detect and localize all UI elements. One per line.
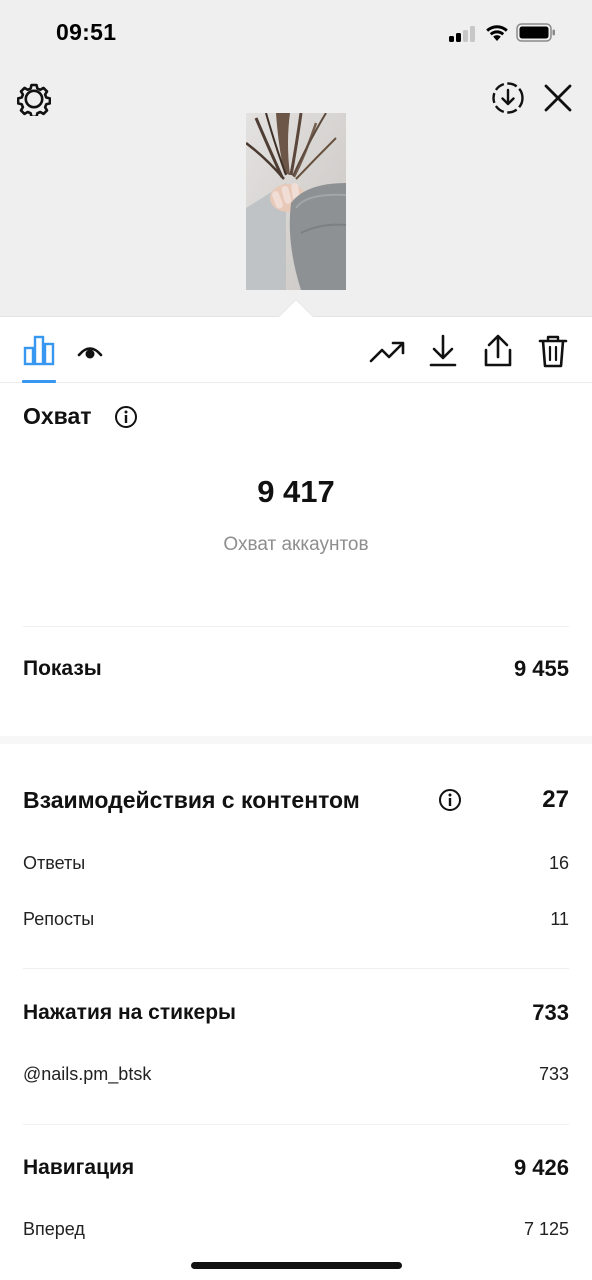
divider	[23, 1124, 569, 1125]
save-story-button[interactable]	[489, 79, 527, 117]
cellular-signal-icon	[449, 26, 477, 42]
battery-icon	[516, 23, 555, 42]
list-item-label: Ответы	[23, 853, 86, 873]
tab-viewers[interactable]	[72, 334, 108, 370]
reach-info-button[interactable]	[113, 404, 139, 430]
trend-icon	[369, 341, 405, 363]
navigation-title: Навигация	[23, 1156, 135, 1179]
insights-toolbar	[0, 317, 592, 383]
info-icon	[439, 789, 461, 811]
list-item-value: 7 125	[523, 1219, 569, 1239]
close-button[interactable]	[540, 80, 576, 116]
impressions-value: 9 455	[513, 656, 569, 681]
promote-button[interactable]	[366, 331, 408, 373]
status-time: 09:51	[56, 19, 117, 45]
share-button[interactable]	[478, 329, 518, 373]
delete-button[interactable]	[533, 329, 573, 373]
download-icon	[429, 334, 457, 367]
download-button[interactable]	[423, 329, 463, 373]
sticker-taps-title: Нажатия на стикеры	[23, 1001, 236, 1024]
bar-chart-icon	[23, 335, 55, 366]
divider	[23, 968, 569, 969]
story-photo	[246, 113, 346, 290]
interactions-total: 27	[542, 786, 569, 813]
list-item-label: Вперед	[23, 1219, 85, 1239]
section-separator	[0, 736, 592, 744]
tab-insights[interactable]	[18, 329, 60, 371]
active-tab-indicator	[22, 380, 56, 383]
divider	[23, 626, 569, 627]
share-icon	[484, 334, 512, 367]
close-icon	[544, 84, 572, 112]
list-item-label: Репосты	[23, 909, 95, 929]
sticker-taps-total: 733	[532, 1000, 569, 1025]
navigation-total: 9 426	[513, 1155, 569, 1180]
list-item-label: @nails.pm_btsk	[23, 1064, 152, 1084]
home-indicator	[191, 1262, 402, 1269]
gear-icon	[17, 83, 51, 116]
trash-icon	[538, 335, 568, 368]
list-item-value: 16	[548, 853, 569, 873]
list-item-value: 733	[538, 1064, 569, 1084]
reach-value: 9 417	[257, 474, 335, 509]
wifi-icon	[486, 25, 508, 41]
list-item-value: 11	[550, 909, 569, 929]
settings-button[interactable]	[14, 79, 54, 119]
story-preview-thumbnail[interactable]	[246, 113, 346, 290]
status-bar: 09:51	[0, 0, 592, 68]
impressions-label: Показы	[23, 657, 102, 680]
interactions-title: Взаимодействия с контентом	[23, 787, 360, 813]
download-circle-icon	[492, 82, 524, 114]
info-icon	[115, 406, 137, 428]
eye-icon	[77, 347, 103, 359]
story-header-area: 09:51	[0, 0, 592, 316]
reach-caption: Охват аккаунтов	[223, 534, 369, 555]
reach-title: Охват	[23, 403, 92, 429]
interactions-info-button[interactable]	[437, 787, 463, 813]
